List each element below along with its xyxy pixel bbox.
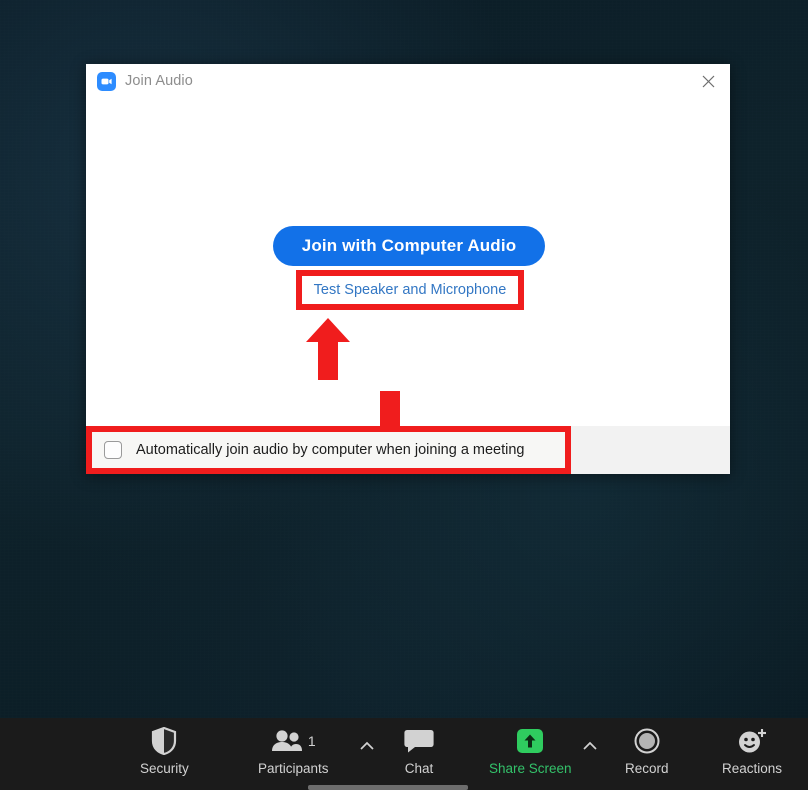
toolbar-label-reactions: Reactions <box>722 761 783 776</box>
dialog-footer: Automatically join audio by computer whe… <box>86 426 730 474</box>
toolbar-scroll-indicator[interactable] <box>308 785 468 790</box>
arrow-down-icon <box>380 391 400 426</box>
close-icon[interactable] <box>694 68 722 94</box>
toolbar-item-reactions[interactable]: Reactions <box>722 726 782 776</box>
dialog-title: Join Audio <box>125 73 193 89</box>
toolbar-item-record[interactable]: Record <box>625 726 669 776</box>
arrow-up-icon <box>306 318 350 380</box>
dialog-body: Join with Computer Audio Test Speaker an… <box>86 98 730 426</box>
test-speaker-and-microphone-link[interactable]: Test Speaker and Microphone <box>314 282 507 298</box>
people-icon: 1 <box>271 726 316 756</box>
join-with-computer-audio-button[interactable]: Join with Computer Audio <box>273 226 545 266</box>
annotation-box-test-link: Test Speaker and Microphone <box>296 270 524 310</box>
toolbar-item-participants[interactable]: 1 Participants <box>258 726 329 776</box>
participants-chevron-up-icon[interactable] <box>359 738 375 754</box>
record-circle-icon <box>634 726 660 756</box>
shield-icon <box>151 726 177 756</box>
toolbar-item-security[interactable]: Security <box>140 726 189 776</box>
toolbar-label-record: Record <box>625 761 669 776</box>
share-screen-icon <box>517 726 544 756</box>
join-audio-dialog: Join Audio Join with Computer Audio Test… <box>86 64 730 474</box>
toolbar-label-chat: Chat <box>404 761 434 776</box>
reactions-smiley-icon <box>737 726 767 756</box>
auto-join-audio-label: Automatically join audio by computer whe… <box>136 442 525 458</box>
toolbar-label-share-screen: Share Screen <box>489 761 572 776</box>
participants-count-badge: 1 <box>307 733 316 749</box>
chat-bubble-icon <box>404 726 434 756</box>
zoom-video-icon <box>97 71 116 91</box>
toolbar-label-participants: Participants <box>258 761 329 776</box>
annotation-box-auto-join-checkbox: Automatically join audio by computer whe… <box>86 426 571 474</box>
toolbar-item-chat[interactable]: Chat <box>404 726 434 776</box>
auto-join-audio-checkbox[interactable] <box>104 441 122 459</box>
toolbar-label-security: Security <box>140 761 189 776</box>
meeting-toolbar: Security 1 Participants Chat Share Scree… <box>0 718 808 790</box>
share-screen-chevron-up-icon[interactable] <box>582 738 598 754</box>
dialog-titlebar: Join Audio <box>86 64 730 98</box>
toolbar-item-share-screen[interactable]: Share Screen <box>489 726 572 776</box>
